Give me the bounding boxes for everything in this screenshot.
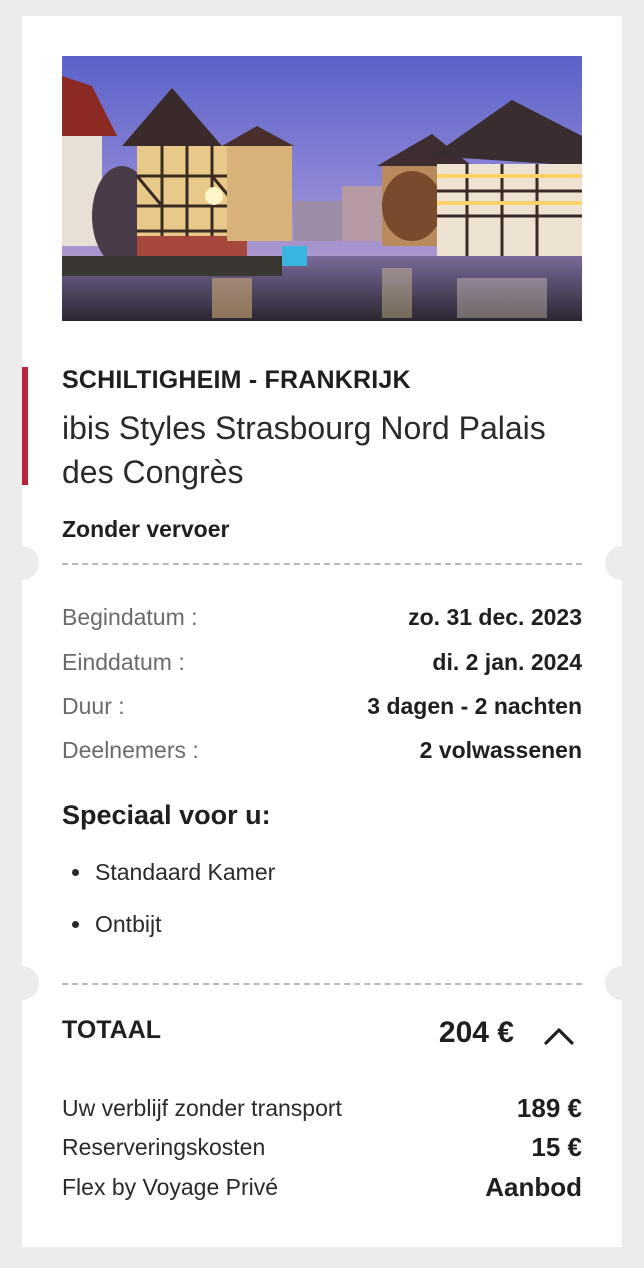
detail-value: 3 dagen - 2 nachten [367,692,582,719]
transport-option: Zonder vervoer [62,516,230,542]
hotel-name: ibis Styles Strasbourg Nord Palais des C… [62,410,546,490]
detail-value: di. 2 jan. 2024 [432,648,582,675]
dashed-divider [62,563,582,565]
ticket-notch-left [5,966,39,1000]
detail-row-start-date: Begindatum : zo. 31 dec. 2023 [62,602,582,632]
special-offer-title: Speciaal voor u: [62,800,271,830]
list-item: Standaard Kamer [62,852,275,904]
detail-row-participants: Deelnemers : 2 volwassenen [62,735,582,765]
accent-bar [22,367,28,485]
detail-label: Einddatum : [62,648,185,675]
booking-summary-card: SCHILTIGHEIM - FRANKRIJK ibis Styles Str… [5,16,639,1247]
detail-label: Duur : [62,692,125,719]
dashed-divider [62,983,582,985]
price-label: Uw verblijf zonder transport [62,1094,342,1121]
detail-label: Deelnemers : [62,736,199,763]
detail-row-end-date: Einddatum : di. 2 jan. 2024 [62,647,582,677]
price-label: Flex by Voyage Privé [62,1173,279,1200]
detail-row-duration: Duur : 3 dagen - 2 nachten [62,691,582,721]
price-row-booking-fee: Reserveringskosten 15 € [62,1130,582,1164]
hotel-photo [62,56,582,321]
ticket-notch-right [605,966,639,1000]
detail-value: 2 volwassenen [419,736,582,763]
special-offer-list: Standaard Kamer Ontbijt [62,852,275,956]
total-label: TOTAAL [62,1016,162,1044]
chevron-up-icon[interactable] [542,1022,576,1050]
price-value: Aanbod [485,1171,582,1202]
ticket-notch-left [5,546,39,580]
detail-label: Begindatum : [62,603,198,630]
price-value: 15 € [531,1131,582,1162]
detail-value: zo. 31 dec. 2023 [408,603,582,630]
price-row-stay: Uw verblijf zonder transport 189 € [62,1091,582,1125]
ticket-notch-right [605,546,639,580]
list-item: Ontbijt [62,904,275,956]
total-amount: 204 € [438,1016,514,1049]
price-value: 189 € [516,1092,582,1123]
price-label: Reserveringskosten [62,1133,266,1160]
price-row-flex: Flex by Voyage Privé Aanbod [62,1170,582,1204]
destination-location: SCHILTIGHEIM - FRANKRIJK [62,366,411,394]
